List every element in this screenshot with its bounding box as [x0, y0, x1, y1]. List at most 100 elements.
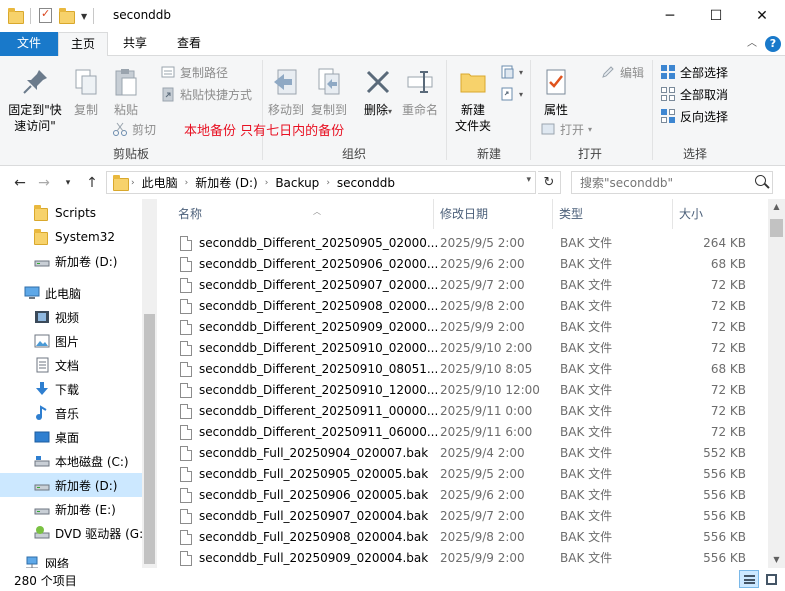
help-icon[interactable]: ?: [765, 36, 781, 52]
copy-to-button[interactable]: 复制到: [308, 66, 350, 118]
up-arrow-icon[interactable]: ↑: [82, 173, 102, 193]
nav-item-drive-d[interactable]: 新加卷 (D:): [0, 473, 142, 497]
back-arrow-icon[interactable]: ←: [10, 173, 30, 193]
table-row[interactable]: seconddb_Different_20250910_08051... 2025…: [172, 359, 770, 380]
drive-icon: [34, 501, 50, 517]
file-icon: [180, 509, 192, 524]
customize-toolbar-dropdown-icon[interactable]: ▼: [81, 12, 87, 21]
nav-item-dvd-g[interactable]: DVD 驱动器 (G:): [0, 521, 142, 545]
select-none-button[interactable]: 全部取消: [660, 84, 728, 104]
nav-item-documents[interactable]: 文档: [0, 353, 142, 377]
table-row[interactable]: seconddb_Different_20250910_12000... 2025…: [172, 380, 770, 401]
table-row[interactable]: seconddb_Different_20250908_02000... 2025…: [172, 296, 770, 317]
table-row[interactable]: seconddb_Full_20250907_020004.bak 2025/9/…: [172, 506, 770, 527]
table-row[interactable]: seconddb_Full_20250906_020005.bak 2025/9/…: [172, 485, 770, 506]
breadcrumb-this-pc[interactable]: 此电脑: [137, 174, 183, 191]
new-item-button[interactable]: ▾: [499, 62, 523, 82]
nav-item-drive-e[interactable]: 新加卷 (E:): [0, 497, 142, 521]
table-row[interactable]: seconddb_Different_20250911_00000... 2025…: [172, 401, 770, 422]
tab-file[interactable]: 文件: [0, 32, 58, 56]
nav-pane-scrollbar[interactable]: [142, 199, 157, 568]
table-row[interactable]: seconddb_Full_20250909_020004.bak 2025/9/…: [172, 548, 770, 568]
invert-selection-button[interactable]: 反向选择: [660, 106, 728, 126]
nav-item-this-pc[interactable]: 此电脑: [0, 281, 142, 305]
breadcrumb-seconddb[interactable]: seconddb: [332, 176, 400, 190]
address-dropdown-icon[interactable]: ▾: [526, 175, 531, 185]
breadcrumb-backup[interactable]: Backup: [270, 176, 324, 190]
table-row[interactable]: seconddb_Different_20250907_02000... 2025…: [172, 275, 770, 296]
minimize-button[interactable]: ─: [647, 0, 693, 32]
table-row[interactable]: seconddb_Different_20250909_02000... 2025…: [172, 317, 770, 338]
delete-button[interactable]: 删除▾: [360, 66, 396, 120]
search-icon[interactable]: [755, 175, 766, 186]
nav-item-videos[interactable]: 视频: [0, 305, 142, 329]
large-icons-view-button[interactable]: [761, 570, 781, 588]
scroll-up-arrow-icon[interactable]: ▲: [768, 199, 785, 215]
maximize-button[interactable]: ☐: [693, 0, 739, 32]
search-input[interactable]: [580, 175, 750, 191]
copy-path-button[interactable]: 复制路径: [160, 62, 228, 82]
nav-item-music[interactable]: 音乐: [0, 401, 142, 425]
table-row[interactable]: seconddb_Full_20250905_020005.bak 2025/9/…: [172, 464, 770, 485]
nav-item-scripts[interactable]: Scripts: [0, 201, 142, 225]
nav-item-downloads[interactable]: 下载: [0, 377, 142, 401]
edit-button[interactable]: 编辑: [600, 62, 644, 82]
table-row[interactable]: seconddb_Different_20250905_02000... 2025…: [172, 233, 770, 254]
table-row[interactable]: seconddb_Different_20250906_02000... 2025…: [172, 254, 770, 275]
rename-button[interactable]: 重命名: [398, 66, 442, 118]
easy-access-button[interactable]: ▾: [499, 84, 523, 104]
nav-item-drive-d-quick[interactable]: 新加卷 (D:): [0, 249, 142, 273]
file-name: seconddb_Different_20250907_02000...: [199, 278, 439, 292]
nav-pane-scroll-thumb[interactable]: [144, 314, 155, 564]
select-all-button[interactable]: 全部选择: [660, 62, 728, 82]
file-type: BAK 文件: [560, 257, 613, 271]
nav-item-network[interactable]: 网络: [0, 551, 142, 568]
column-header-date[interactable]: 修改日期: [434, 199, 553, 229]
paste-button[interactable]: 粘贴: [108, 66, 144, 118]
forward-arrow-icon[interactable]: →: [34, 173, 54, 193]
properties-icon[interactable]: [37, 7, 53, 24]
move-to-button[interactable]: 移动到: [266, 66, 306, 118]
tab-home[interactable]: 主页: [58, 32, 108, 57]
new-folder-button[interactable]: 新建 文件夹: [450, 66, 496, 134]
address-bar[interactable]: › 此电脑 › 新加卷 (D:) › Backup › seconddb ▾: [106, 171, 536, 194]
nav-item-drive-c[interactable]: 本地磁盘 (C:): [0, 449, 142, 473]
collapse-ribbon-icon[interactable]: ︿: [747, 34, 757, 54]
tab-view[interactable]: 查看: [162, 32, 216, 56]
new-folder-icon[interactable]: [59, 8, 75, 24]
properties-button[interactable]: 属性: [536, 66, 576, 118]
scroll-down-arrow-icon[interactable]: ▼: [768, 552, 785, 568]
file-list-scroll-thumb[interactable]: [770, 219, 783, 237]
nav-item-pictures[interactable]: 图片: [0, 329, 142, 353]
breadcrumb-separator-icon[interactable]: ›: [263, 178, 271, 188]
breadcrumb-separator-icon[interactable]: ›: [183, 178, 191, 188]
close-button[interactable]: ✕: [739, 0, 785, 32]
refresh-icon[interactable]: ↻: [538, 171, 561, 194]
copy-button[interactable]: 复制: [68, 66, 104, 118]
details-view-button[interactable]: [739, 570, 759, 588]
cut-button[interactable]: 剪切: [112, 119, 156, 139]
table-row[interactable]: seconddb_Full_20250904_020007.bak 2025/9/…: [172, 443, 770, 464]
column-header-size[interactable]: 大小: [673, 199, 753, 229]
group-organize-label: 组织: [341, 147, 366, 161]
file-list-scrollbar[interactable]: ▲ ▼: [768, 199, 785, 568]
tab-share[interactable]: 共享: [110, 32, 160, 56]
table-row[interactable]: seconddb_Different_20250910_02000... 2025…: [172, 338, 770, 359]
column-header-name[interactable]: ︿ 名称: [172, 199, 434, 229]
table-row[interactable]: seconddb_Full_20250908_020004.bak 2025/9/…: [172, 527, 770, 548]
recent-locations-chevron-icon[interactable]: ▾: [58, 173, 78, 193]
paste-shortcut-button[interactable]: 粘贴快捷方式: [160, 84, 252, 104]
breadcrumb-separator-icon[interactable]: ›: [129, 178, 137, 188]
navigation-pane: Scripts System32 新加卷 (D:) 此电脑 视频 图片 文档 下…: [0, 199, 157, 568]
breadcrumb-separator-icon[interactable]: ›: [324, 178, 332, 188]
column-header-type[interactable]: 类型: [553, 199, 673, 229]
nav-item-label: 音乐: [55, 406, 80, 421]
open-button[interactable]: 打开 ▾: [540, 119, 592, 139]
nav-item-system32[interactable]: System32: [0, 225, 142, 249]
table-row[interactable]: seconddb_Different_20250911_06000... 2025…: [172, 422, 770, 443]
delete-dropdown-icon[interactable]: ▾: [388, 107, 392, 116]
pin-quick-access-button[interactable]: 固定到"快速访问": [4, 66, 66, 134]
nav-item-desktop[interactable]: 桌面: [0, 425, 142, 449]
breadcrumb-drive-d[interactable]: 新加卷 (D:): [190, 174, 262, 191]
search-box[interactable]: [571, 171, 773, 194]
